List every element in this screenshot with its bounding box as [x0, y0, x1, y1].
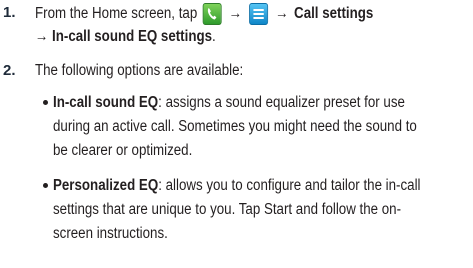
phone-icon — [202, 3, 222, 25]
step-1-text: From the Home screen, tap — [35, 5, 198, 23]
option-description-line: during an active call. Sometimes you mig… — [53, 118, 417, 135]
arrow-separator: → — [228, 5, 243, 23]
arrow-separator: → — [35, 28, 49, 45]
arrow-separator: → — [275, 5, 289, 23]
option-term: Personalized EQ — [53, 177, 159, 194]
step-number: 2. — [3, 62, 16, 79]
option-term: In-call sound EQ — [53, 94, 159, 111]
option-description-line: settings that are unique to you. Tap Sta… — [53, 201, 402, 218]
step-2-text: The following options are available: — [35, 62, 244, 79]
bullet — [43, 183, 48, 188]
call-settings-label: Call settings — [294, 5, 374, 23]
menu-icon — [249, 3, 269, 25]
option-description-line: be clearer or optimized. — [53, 142, 193, 159]
instruction-page: 1. From the Home screen, tap → → Call se… — [3, 3, 421, 242]
in-call-sound-eq-settings-label: In-call sound EQ settings — [52, 28, 213, 45]
bullet — [43, 100, 48, 105]
step-number: 1. — [3, 4, 16, 21]
option-description-line: screen instructions. — [53, 225, 168, 242]
